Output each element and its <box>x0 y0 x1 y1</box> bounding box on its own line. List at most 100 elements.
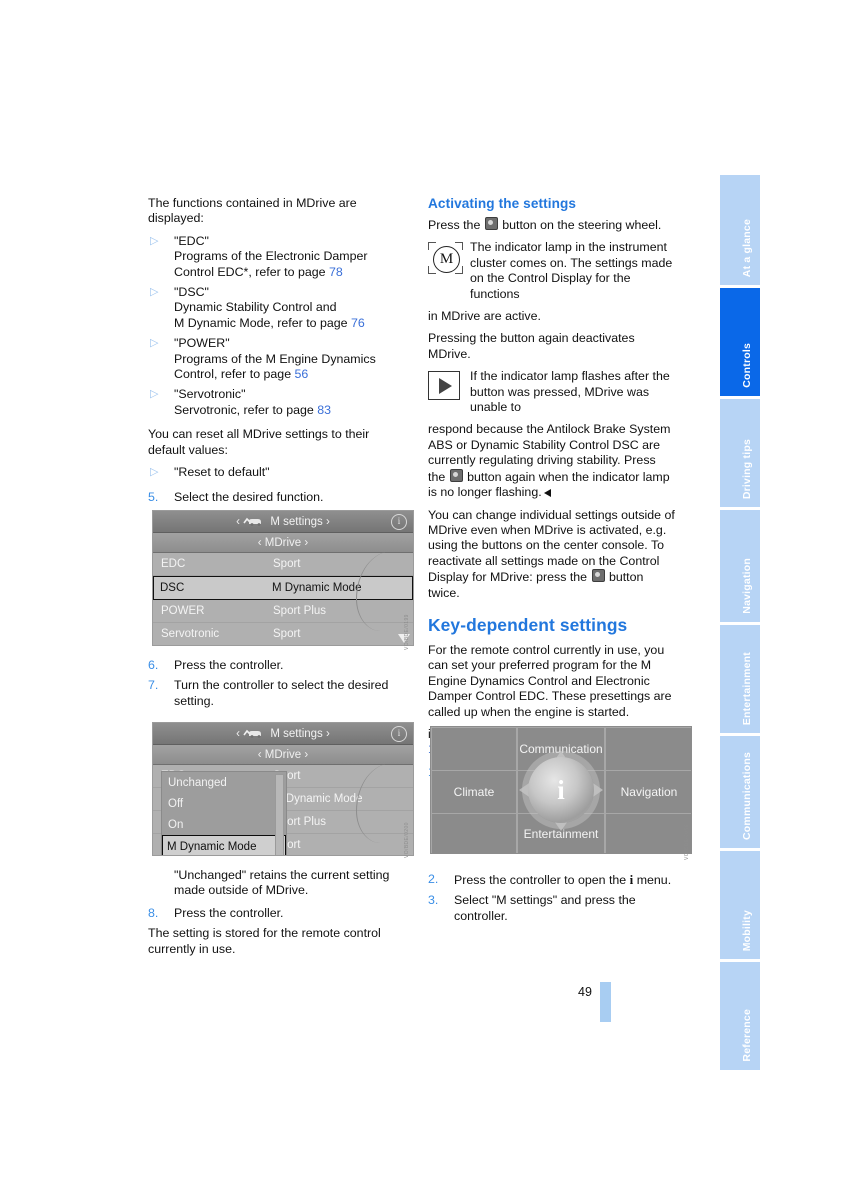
bullet-dsc-title: "DSC" <box>174 285 209 300</box>
tab-reference-label: Reference <box>741 1009 753 1062</box>
idrive-cell-bottom-left <box>431 813 517 853</box>
cd1-row-edc-value: Sport <box>273 558 301 570</box>
triangle-bullet-icon: ▷ <box>150 466 159 479</box>
step-8: 8. Press the controller. <box>148 906 395 926</box>
page-ref-56[interactable]: 56 <box>295 367 309 381</box>
right-column: Activating the settings Press the button… <box>428 196 675 801</box>
cd1-row-power[interactable]: POWER Sport Plus <box>153 600 413 623</box>
triangle-bullet-icon: ▷ <box>150 337 159 350</box>
idrive-label-climate: Climate <box>453 785 495 799</box>
tab-at-a-glance-label: At a glance <box>741 218 753 277</box>
cd1-row-edc[interactable]: EDC Sport <box>153 553 413 576</box>
cd1-row-dsc[interactable]: DSC M Dynamic Mode <box>153 576 413 600</box>
idrive-cell-navigation[interactable]: Navigation <box>605 770 691 814</box>
tab-navigation[interactable]: Navigation <box>720 510 760 622</box>
tab-reference[interactable]: Reference <box>720 962 760 1070</box>
step-2-pre: Press the controller to open the <box>454 873 630 887</box>
tab-controls-label: Controls <box>741 343 753 388</box>
idrive-label-navigation: Navigation <box>620 785 678 799</box>
cd2-row-edc-value: Sport <box>273 770 413 782</box>
cd2-arrow-left[interactable]: ‹ <box>236 728 240 740</box>
tab-at-a-glance[interactable]: At a glance <box>720 175 760 285</box>
cd2-title-row: ‹ M settings › <box>236 727 330 740</box>
step-2: 2. Press the controller to open the i me… <box>428 872 675 893</box>
cd2-sub-arrow-right[interactable]: › <box>304 749 308 761</box>
tab-communications-label: Communications <box>741 752 753 840</box>
page-ref-76[interactable]: 76 <box>351 316 365 330</box>
cd2-subtitle-bar: ‹ MDrive › <box>153 745 413 765</box>
step-3-text: Select "M settings" and press the contro… <box>454 893 636 923</box>
bullet-power-body: "POWER" Programs of the M Engine Dynamic… <box>174 336 395 382</box>
tab-entertainment-label: Entertainment <box>741 651 753 725</box>
option-m-dynamic-mode[interactable]: M Dynamic Mode <box>162 835 286 855</box>
mdrive-button-icon <box>484 217 498 230</box>
bullet-servotronic-body: "Servotronic" Servotronic, refer to page… <box>174 387 395 418</box>
tab-mobility[interactable]: Mobility <box>720 851 760 959</box>
idrive-cell-climate[interactable]: Climate <box>431 770 517 814</box>
page-ref-83[interactable]: 83 <box>317 403 331 417</box>
mdrive-button-icon <box>449 468 463 482</box>
key-dependent-body-text: For the remote control currently in use,… <box>428 642 672 719</box>
tab-navigation-label: Navigation <box>741 558 753 614</box>
option-on[interactable]: On <box>162 814 286 835</box>
cd1-arrow-left[interactable]: ‹ <box>236 516 240 528</box>
tab-driving-tips[interactable]: Driving tips <box>720 399 760 507</box>
page-ref-78[interactable]: 78 <box>329 265 343 279</box>
warning-triangle-icon-wrap <box>428 369 470 415</box>
bullet-reset-default-title: "Reset to default" <box>174 465 270 480</box>
tab-communications[interactable]: Communications <box>720 736 760 848</box>
cd2-arrow-right[interactable]: › <box>326 728 330 740</box>
page-number: 49 <box>578 985 592 999</box>
step-7-text: Turn the controller to select the desire… <box>174 678 389 708</box>
bullet-power-title: "POWER" <box>174 336 230 351</box>
tab-entertainment[interactable]: Entertainment <box>720 625 760 733</box>
note-flashing-lamp-text: If the indicator lamp flashes after the … <box>470 369 670 415</box>
note-end-marker-icon <box>543 489 551 498</box>
tab-controls[interactable]: Controls <box>720 288 760 396</box>
right-column-steps-23: 2. Press the controller to open the i me… <box>428 872 675 929</box>
note-indicator-lamp: M The indicator lamp in the instrument c… <box>428 240 675 302</box>
cd1-arrow-right[interactable]: › <box>326 516 330 528</box>
cd2-list: EDC Sport DSC M Dynamic Mode POWER Sport… <box>153 765 413 855</box>
option-unchanged[interactable]: Unchanged <box>162 772 286 793</box>
info-icon[interactable]: i <box>391 514 407 530</box>
option-popup-list: Unchanged Off On M Dynamic Mode <box>161 771 287 855</box>
option-off[interactable]: Off <box>162 793 286 814</box>
step-6-text: Press the controller. <box>174 658 284 672</box>
cd1-row-dsc-value: M Dynamic Mode <box>272 582 362 594</box>
cd2-sub-arrow-left[interactable]: ‹ <box>258 749 262 761</box>
cd1-row-power-key: POWER <box>161 605 205 617</box>
cd1-sub-arrow-left[interactable]: ‹ <box>258 537 262 549</box>
cd1-sub-arrow-right[interactable]: › <box>304 537 308 549</box>
check-car-icon <box>243 727 263 738</box>
popup-scrollbar[interactable] <box>275 774 284 855</box>
bullet-edc-line1: Programs of the Electronic Damper <box>174 249 368 264</box>
heading-activating-the-settings: Activating the settings <box>428 196 577 211</box>
step-7-number: 7. <box>148 678 159 693</box>
bullet-dsc-body: "DSC" Dynamic Stability Control and M Dy… <box>174 285 395 331</box>
change-individual-settings-text: You can change individual settings outsi… <box>428 508 675 601</box>
figure-code-3: VO/BDE/0066 <box>684 824 690 860</box>
press-again-text: Pressing the button again deactivates MD… <box>428 331 635 361</box>
info-icon[interactable]: i <box>391 726 407 742</box>
cd1-title-text: M settings <box>270 516 323 528</box>
triangle-bullet-icon: ▷ <box>150 388 159 401</box>
bullet-servotronic-line1-text: Servotronic, refer to page <box>174 402 318 417</box>
idrive-controller-icon[interactable]: i <box>528 757 594 823</box>
cd1-row-servotronic[interactable]: Servotronic Sport <box>153 623 413 645</box>
bullet-edc: ▷ "EDC" Programs of the Electronic Dampe… <box>148 234 395 285</box>
left-column-closing: "Unchanged" retains the current setting … <box>148 868 395 964</box>
idrive-start-menu: Communication Climate Navigation Enterta… <box>430 726 692 854</box>
press-mdrive-button-text: Press the button on the steering wheel. <box>428 217 675 233</box>
press-post: button on the steering wheel. <box>498 218 662 232</box>
note-indicator-lamp-continued: in MDrive are active. <box>428 309 541 324</box>
triangle-bullet-icon: ▷ <box>150 234 159 247</box>
step-3-number: 3. <box>428 893 439 908</box>
idrive-cell-top-right <box>605 727 691 771</box>
cd2-row-dsc-value: M Dynamic Mode <box>273 793 363 805</box>
bullet-servotronic: ▷ "Servotronic" Servotronic, refer to pa… <box>148 387 395 423</box>
step-6-number: 6. <box>148 658 159 672</box>
bullet-dsc-line1: Dynamic Stability Control and <box>174 300 337 315</box>
cd1-subtitle-bar: ‹ MDrive › <box>153 533 413 553</box>
cd2-row-servotronic-value: Sport <box>273 839 413 851</box>
